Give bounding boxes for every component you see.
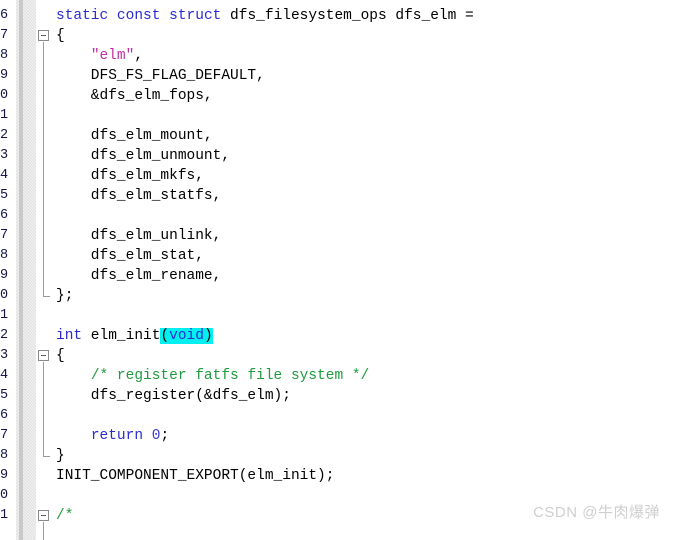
code-token: dfs_elm_rename, [56, 268, 222, 284]
code-text-area[interactable]: static const struct dfs_filesystem_ops d… [56, 0, 674, 540]
line-number: 9 [0, 68, 9, 83]
code-token: } [56, 448, 65, 464]
selected-code-token: ) [203, 328, 213, 344]
code-token: &dfs_elm_fops, [56, 88, 213, 104]
line-number: 3 [0, 348, 9, 363]
line-number: 1 [0, 508, 9, 523]
line-number: 5 [0, 188, 9, 203]
code-token: dfs_elm_unlink, [56, 228, 222, 244]
code-line[interactable]: DFS_FS_FLAG_DEFAULT, [56, 66, 265, 86]
code-line[interactable]: dfs_elm_unmount, [56, 146, 230, 166]
fold-end-bracket [43, 296, 50, 297]
code-line[interactable]: dfs_elm_statfs, [56, 186, 222, 206]
line-number-column: 567890123456789012345678901 [0, 0, 16, 540]
code-line[interactable]: /* [56, 506, 73, 526]
fold-guide-line [43, 42, 44, 296]
code-line[interactable]: INIT_COMPONENT_EXPORT(elm_init); [56, 466, 334, 486]
line-number: 0 [0, 488, 9, 503]
code-line[interactable]: dfs_elm_stat, [56, 246, 204, 266]
line-number: 3 [0, 148, 9, 163]
code-line[interactable]: { [56, 26, 65, 46]
line-number: 4 [0, 368, 9, 383]
line-number: 6 [0, 208, 9, 223]
line-number: 1 [0, 308, 9, 323]
code-folding-column[interactable] [36, 0, 56, 540]
fold-collapse-icon[interactable] [38, 510, 49, 521]
code-editor[interactable]: 567890123456789012345678901 static const… [0, 0, 674, 540]
code-line[interactable]: dfs_register(&dfs_elm); [56, 386, 291, 406]
line-number: 8 [0, 48, 9, 63]
code-token: "elm" [90, 48, 135, 64]
code-token: }; [56, 288, 74, 304]
code-line[interactable]: dfs_elm_rename, [56, 266, 222, 286]
code-token: { [56, 348, 65, 364]
line-number: 0 [0, 288, 9, 303]
code-line[interactable]: &dfs_elm_fops, [56, 86, 213, 106]
code-token: dfs_elm_statfs, [56, 188, 222, 204]
line-number: 7 [0, 428, 9, 443]
code-token: return [90, 428, 144, 444]
code-token: DFS_FS_FLAG_DEFAULT, [56, 68, 265, 84]
line-number: 9 [0, 468, 9, 483]
code-token: /* [56, 508, 74, 524]
code-token: int [56, 328, 83, 344]
code-token: /* register fatfs file system */ [90, 368, 370, 384]
code-token: ; [160, 428, 170, 444]
code-line[interactable]: { [56, 346, 65, 366]
line-number: 8 [0, 248, 9, 263]
line-number: 2 [0, 328, 9, 343]
code-token: static [56, 8, 109, 24]
line-number: 8 [0, 448, 9, 463]
line-number: 7 [0, 228, 9, 243]
code-line[interactable]: static const struct dfs_filesystem_ops d… [56, 6, 474, 26]
code-token: dfs_elm_mount, [56, 128, 213, 144]
line-number: 2 [0, 128, 9, 143]
fold-guide-line [43, 362, 44, 456]
code-line[interactable]: int elm_init(void) [56, 326, 213, 346]
line-number: 5 [0, 388, 9, 403]
code-line[interactable]: dfs_elm_mount, [56, 126, 213, 146]
code-line[interactable]: dfs_elm_mkfs, [56, 166, 204, 186]
line-number: 7 [0, 28, 9, 43]
code-token: INIT_COMPONENT_EXPORT(elm_init); [56, 468, 335, 484]
code-token: dfs_elm_unmount, [56, 148, 231, 164]
code-token: , [134, 48, 144, 64]
selected-code-token: void [169, 328, 204, 344]
csdn-watermark: CSDN @牛肉爆弹 [533, 504, 660, 521]
code-token: { [56, 28, 65, 44]
editor-gutter: 567890123456789012345678901 [0, 0, 36, 540]
fold-guide-line [43, 522, 44, 540]
code-token: dfs_filesystem_ops dfs_elm = [221, 8, 474, 24]
code-token: dfs_elm_mkfs, [56, 168, 204, 184]
code-line[interactable]: } [56, 446, 65, 466]
line-number: 1 [0, 108, 9, 123]
code-token: dfs_elm_stat, [56, 248, 204, 264]
code-token: const [116, 8, 161, 24]
selected-code-token: ( [160, 328, 170, 344]
code-line[interactable]: "elm", [56, 46, 143, 66]
code-line[interactable]: }; [56, 286, 73, 306]
indicator-margin[interactable] [16, 0, 36, 540]
code-token: dfs_register(&dfs_elm); [56, 388, 291, 404]
code-token: elm_init [82, 328, 161, 344]
line-number: 0 [0, 88, 9, 103]
code-line[interactable]: return 0; [56, 426, 169, 446]
fold-end-bracket [43, 456, 50, 457]
line-number: 6 [0, 408, 9, 423]
fold-collapse-icon[interactable] [38, 350, 49, 361]
code-line[interactable]: /* register fatfs file system */ [56, 366, 369, 386]
line-number: 9 [0, 268, 9, 283]
line-number: 4 [0, 168, 9, 183]
code-line[interactable]: dfs_elm_unlink, [56, 226, 222, 246]
line-number: 6 [0, 8, 9, 23]
code-token: struct [169, 8, 222, 24]
fold-collapse-icon[interactable] [38, 30, 49, 41]
